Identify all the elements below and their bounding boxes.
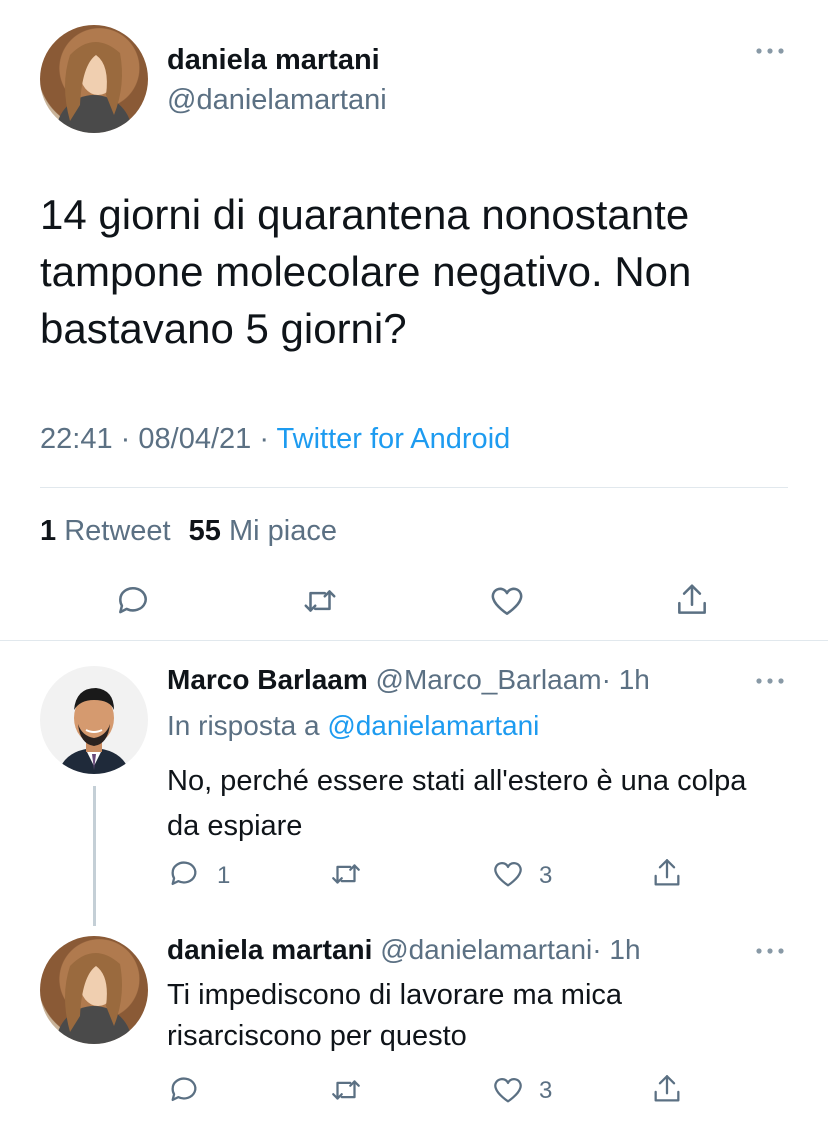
reply-to-label: In risposta a xyxy=(167,710,320,741)
share-icon[interactable] xyxy=(650,855,684,891)
reply-icon[interactable] xyxy=(167,857,201,891)
reply-icon[interactable] xyxy=(114,582,152,620)
reply-text: Ti impediscono di lavorare ma mica risar… xyxy=(167,979,623,1052)
thread-line xyxy=(93,786,96,926)
like-count: 3 xyxy=(539,862,553,889)
divider xyxy=(40,487,788,488)
reply-to-line: In risposta a @danielamartani xyxy=(167,710,539,742)
retweet-icon[interactable] xyxy=(328,857,364,891)
main-author-name[interactable]: daniela martani xyxy=(167,44,380,77)
reply-header: Marco Barlaam @Marco_Barlaam· 1h xyxy=(167,664,650,696)
tweet-metadata: 22:41 · 08/04/21 · Twitter for Android xyxy=(40,423,510,456)
share-icon[interactable] xyxy=(673,580,711,620)
more-icon[interactable] xyxy=(755,946,785,956)
reply-author-handle[interactable]: @Marco_Barlaam xyxy=(376,664,602,695)
reply-time: · 1h xyxy=(592,934,641,965)
reply-author-handle[interactable]: @danielamartani xyxy=(380,934,592,965)
tweet-source-link[interactable]: Twitter for Android xyxy=(277,423,511,455)
heart-icon[interactable] xyxy=(490,1073,526,1107)
reply-author-name[interactable]: daniela martani xyxy=(167,934,372,965)
retweet-icon[interactable] xyxy=(328,1073,364,1107)
more-icon[interactable] xyxy=(755,46,785,56)
reply-time: · 1h xyxy=(601,664,650,695)
likes-stat[interactable]: 55 Mi piace xyxy=(189,515,337,547)
reply-count: 1 xyxy=(217,862,231,889)
reply-to-handle-link[interactable]: @danielamartani xyxy=(327,710,539,741)
retweet-icon[interactable] xyxy=(300,582,340,620)
heart-icon[interactable] xyxy=(490,857,526,891)
more-icon[interactable] xyxy=(755,676,785,686)
tweet-date: 08/04/21 xyxy=(138,423,252,455)
retweets-label: Retweet xyxy=(64,515,171,547)
main-author-handle[interactable]: @danielamartani xyxy=(167,84,387,117)
reply-header: daniela martani @danielamartani· 1h xyxy=(167,934,641,966)
likes-count: 55 xyxy=(188,515,221,547)
main-author-avatar[interactable] xyxy=(40,25,148,133)
metadata-separator: · xyxy=(259,423,269,455)
metadata-separator: · xyxy=(120,423,131,455)
divider xyxy=(0,640,828,641)
tweet-time: 22:41 xyxy=(40,423,113,455)
reply-author-avatar[interactable] xyxy=(40,936,148,1044)
likes-label: Mi piace xyxy=(228,515,337,547)
main-tweet-text: 14 giorni di quarantena nonostante tampo… xyxy=(40,191,692,352)
retweets-count: 1 xyxy=(40,515,57,547)
share-icon[interactable] xyxy=(650,1071,684,1107)
tweet-stats: 1 Retweet 55 Mi piace xyxy=(40,515,337,548)
retweets-stat[interactable]: 1 Retweet xyxy=(40,515,179,547)
like-count: 3 xyxy=(539,1077,553,1104)
reply-author-avatar[interactable] xyxy=(40,666,148,774)
reply-text: No, perché essere stati all'estero è una… xyxy=(167,765,747,842)
heart-icon[interactable] xyxy=(487,582,527,620)
reply-author-name[interactable]: Marco Barlaam xyxy=(167,664,368,695)
reply-icon[interactable] xyxy=(167,1073,201,1107)
